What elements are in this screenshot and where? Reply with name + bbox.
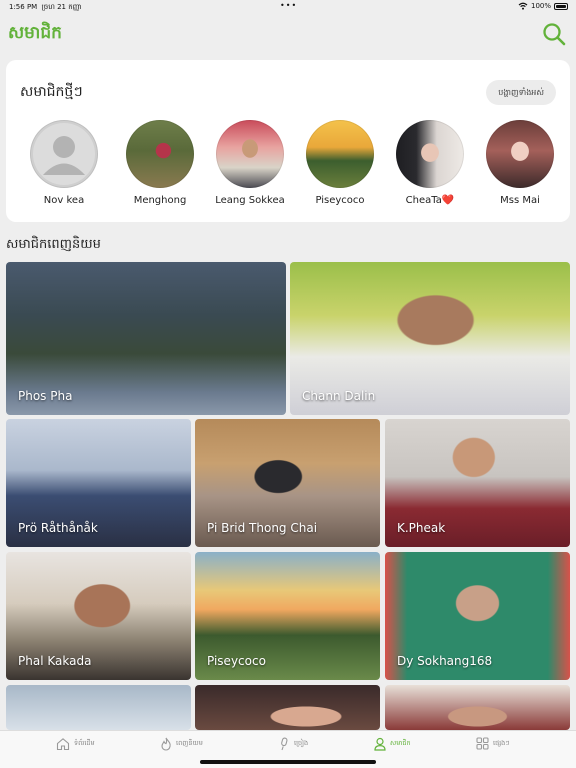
member-name: Pi Brid Thong Chai [207,521,318,535]
member-name: CheaTa❤️ [405,195,455,206]
new-member-item[interactable]: Leang Sokkea [210,120,290,206]
home-icon [56,738,70,751]
member-name: Dy Sokhang168 [397,654,493,668]
member-name: Menghong [133,195,187,206]
status-time: 1:56 PM ច្រហ 21 កញ្ញា [9,3,82,11]
tab-label: ផ្សេងៗ [493,738,510,747]
popular-member-tile[interactable]: K.Pheak [385,419,570,547]
member-name: Phal Kakada [18,654,92,668]
member-name: Piseycoco [315,195,365,206]
avatar [30,120,98,188]
home-indicator[interactable] [200,760,376,764]
popular-member-tile[interactable]: Pi Brid Thong Chai [195,419,380,547]
new-member-item[interactable]: Menghong [120,120,200,206]
new-member-item[interactable]: Nov kea [24,120,104,206]
tab-label: សមាជិក [390,739,411,747]
member-name: Mss Mai [500,195,540,206]
tab-label: ពេញនិយម [176,739,203,747]
avatar [126,120,194,188]
see-all-button[interactable]: បង្ហាញទាំងអស់ [486,80,556,105]
member-name: Leang Sokkea [215,195,285,206]
popular-member-tile[interactable]: Prö Råthånåk [6,419,191,547]
microphone-icon [281,737,288,751]
member-name: Nov kea [43,195,85,206]
status-bar: 1:56 PM ច្រហ 21 កញ្ញា ••• 100% [0,0,576,14]
wifi-icon [518,2,528,10]
tab-home[interactable]: ទំព័រដើម [56,737,95,751]
popular-member-tile[interactable]: Chann Dalin [290,262,570,415]
new-members-list: Nov kea Menghong Leang Sokkea Piseycoco … [6,120,570,210]
battery-icon [554,2,568,10]
member-name: Prö Råthånåk [18,521,98,535]
avatar [306,120,374,188]
popular-member-tile[interactable]: Phos Pha [6,262,286,415]
page-title: សមាជិក [8,23,62,43]
avatar [216,120,284,188]
default-avatar-icon [33,123,95,185]
tab-sing[interactable]: ច្រៀង [278,737,308,751]
popular-member-tile[interactable]: Phal Kakada [6,552,191,680]
top-header: សមាជិក [0,14,576,56]
popular-member-tile[interactable] [6,685,191,730]
tab-more[interactable]: ផ្សេងៗ [476,737,510,750]
member-name: Chann Dalin [302,389,376,403]
popular-members-title: សមាជិកពេញនិយម [6,237,101,252]
popular-member-tile[interactable] [195,685,380,730]
member-name: Phos Pha [18,389,73,403]
popular-member-tile[interactable] [385,685,570,730]
grid-icon [476,737,489,750]
multitasking-dots-icon[interactable]: ••• [280,1,297,10]
battery-percent: 100% [530,2,551,10]
person-icon [374,737,386,751]
flame-icon [161,737,171,751]
status-right: 100% [518,2,568,10]
tab-label: ទំព័រដើម [74,739,95,747]
tab-members[interactable]: សមាជិក [374,737,411,751]
new-members-card: សមាជិកថ្មីៗ បង្ហាញទាំងអស់ Nov kea Mengho… [6,60,570,222]
new-members-title: សមាជិកថ្មីៗ [20,84,83,100]
avatar [486,120,554,188]
popular-member-tile[interactable]: Dy Sokhang168 [385,552,570,680]
new-member-item[interactable]: CheaTa❤️ [390,120,470,206]
member-name: K.Pheak [397,521,446,535]
member-name: Piseycoco [207,654,266,668]
search-icon[interactable] [542,22,566,46]
new-member-item[interactable]: Mss Mai [480,120,560,206]
new-member-item[interactable]: Piseycoco [300,120,380,206]
avatar [396,120,464,188]
tab-popular[interactable]: ពេញនិយម [160,737,203,751]
popular-member-tile[interactable]: Piseycoco [195,552,380,680]
tab-label: ច្រៀង [294,739,309,747]
